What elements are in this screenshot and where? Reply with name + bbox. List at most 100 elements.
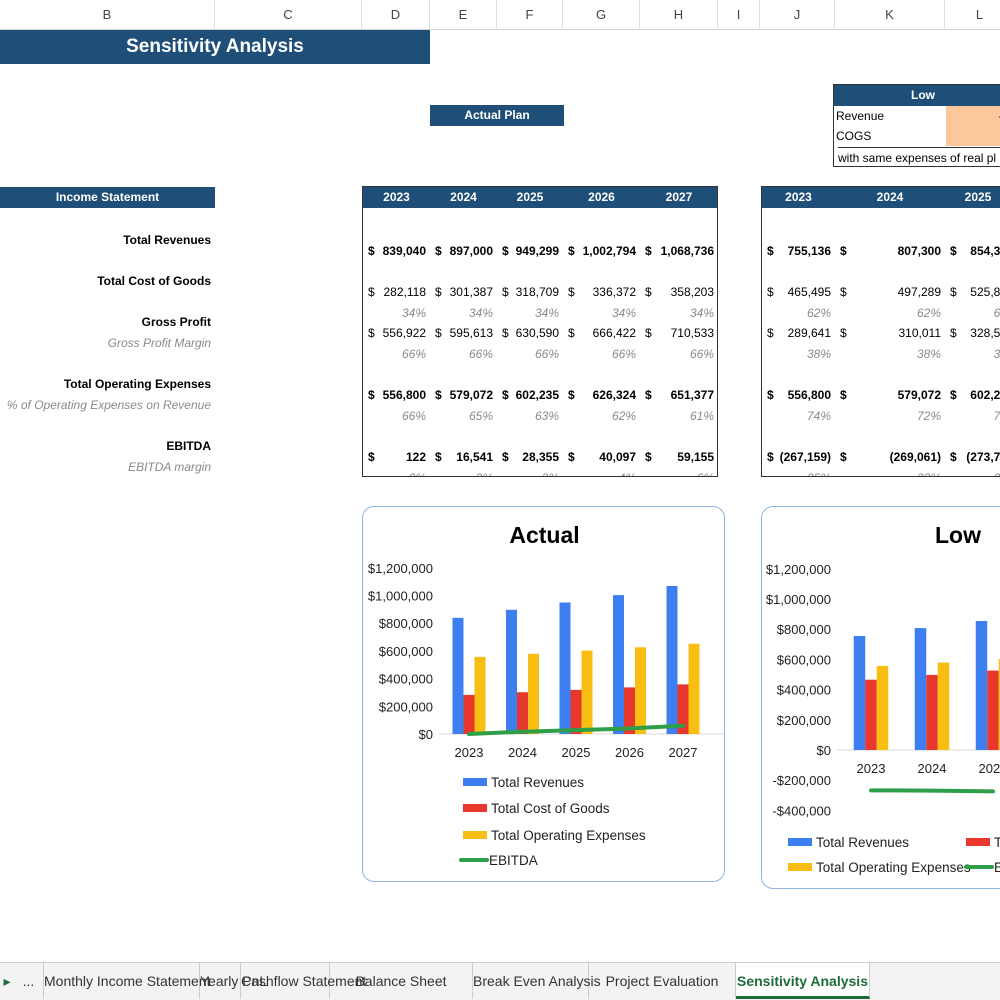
table-cell[interactable]: $579,072: [835, 386, 945, 404]
bar-total-revenues[interactable]: [506, 609, 517, 734]
sheet-tab-yearly-pnl[interactable]: Yearly PnL: [200, 963, 267, 999]
table-cell[interactable]: $465,495: [762, 283, 835, 301]
table-cell[interactable]: $ (273,73: [945, 448, 1000, 466]
bar-total-operating-expenses[interactable]: [876, 665, 889, 750]
table-cell[interactable]: 62%: [563, 407, 640, 425]
sheet-tab-project-evaluation[interactable]: Project Evaluation: [589, 963, 736, 999]
column-header-F[interactable]: F: [497, 0, 563, 30]
table-cell[interactable]: -33%: [835, 469, 945, 476]
table-cell[interactable]: 62: [945, 304, 1000, 322]
more-tabs-button[interactable]: ...: [14, 963, 44, 999]
table-cell[interactable]: 74%: [762, 407, 835, 425]
table-cell[interactable]: 4%: [563, 469, 640, 476]
bar-total-operating-expenses[interactable]: [474, 656, 486, 734]
table-cell[interactable]: 38%: [835, 345, 945, 363]
table-cell[interactable]: $626,324: [563, 386, 640, 404]
bar-total-revenues[interactable]: [914, 628, 927, 750]
column-header-B[interactable]: B: [0, 0, 215, 30]
table-cell[interactable]: 2%: [430, 469, 497, 476]
table-cell[interactable]: 66%: [497, 345, 563, 363]
table-cell[interactable]: 63%: [497, 407, 563, 425]
sheet-tab-break-even-analysis[interactable]: Break Even Analysis: [473, 963, 601, 999]
column-header-K[interactable]: K: [835, 0, 945, 30]
bar-total-revenues[interactable]: [452, 617, 464, 734]
table-cell[interactable]: $358,203: [640, 283, 717, 301]
table-cell[interactable]: $122: [363, 448, 430, 466]
bar-total-operating-expenses[interactable]: [688, 643, 700, 734]
table-cell[interactable]: $602,235: [497, 386, 563, 404]
column-header-E[interactable]: E: [430, 0, 497, 30]
table-cell[interactable]: 66%: [640, 345, 717, 363]
column-header-H[interactable]: H: [640, 0, 718, 30]
column-header-D[interactable]: D: [362, 0, 430, 30]
table-cell[interactable]: 62%: [762, 304, 835, 322]
bar-total-cost-of-goods[interactable]: [517, 692, 528, 734]
table-cell[interactable]: 34%: [563, 304, 640, 322]
table-cell[interactable]: 34%: [497, 304, 563, 322]
table-cell[interactable]: 61%: [640, 407, 717, 425]
table-cell[interactable]: $497,289: [835, 283, 945, 301]
scroll-right-icon[interactable]: ▸: [0, 963, 14, 999]
table-cell[interactable]: $16,541: [430, 448, 497, 466]
table-cell[interactable]: $666,422: [563, 324, 640, 342]
table-cell[interactable]: 66%: [563, 345, 640, 363]
sheet-tab-monthly-income-statement[interactable]: Monthly Income Statement: [44, 963, 211, 999]
table-cell[interactable]: 34%: [640, 304, 717, 322]
table-cell[interactable]: $710,533: [640, 324, 717, 342]
table-cell[interactable]: 34%: [430, 304, 497, 322]
table-cell[interactable]: $59,155: [640, 448, 717, 466]
low-box-revenue-row[interactable]: Revenue -10: [834, 106, 1000, 126]
table-cell[interactable]: $328,50: [945, 324, 1000, 342]
table-cell[interactable]: $282,118: [363, 283, 430, 301]
table-cell[interactable]: 62%: [835, 304, 945, 322]
table-cell[interactable]: $28,355: [497, 448, 563, 466]
table-cell[interactable]: $897,000: [430, 242, 497, 260]
bar-total-operating-expenses[interactable]: [937, 662, 950, 750]
table-cell[interactable]: -35%: [762, 469, 835, 476]
table-cell[interactable]: $318,709: [497, 283, 563, 301]
table-cell[interactable]: 38%: [762, 345, 835, 363]
table-cell[interactable]: $40,097: [563, 448, 640, 466]
table-cell[interactable]: $301,387: [430, 283, 497, 301]
column-header-I[interactable]: I: [718, 0, 760, 30]
table-cell[interactable]: $556,800: [762, 386, 835, 404]
revenue-adjustment[interactable]: -10: [946, 106, 1000, 126]
table-cell[interactable]: $ (269,061): [835, 448, 945, 466]
table-cell[interactable]: 66%: [363, 407, 430, 425]
table-cell[interactable]: -32: [945, 469, 1000, 476]
table-cell[interactable]: 0%: [363, 469, 430, 476]
table-cell[interactable]: 34%: [363, 304, 430, 322]
table-cell[interactable]: 70: [945, 407, 1000, 425]
bar-total-revenues[interactable]: [853, 635, 866, 750]
table-cell[interactable]: 3%: [497, 469, 563, 476]
bar-total-cost-of-goods[interactable]: [463, 694, 475, 734]
table-cell[interactable]: 72%: [835, 407, 945, 425]
bar-total-revenues[interactable]: [559, 602, 571, 734]
table-cell[interactable]: 66%: [430, 345, 497, 363]
sheet-tab-cashflow-statement[interactable]: Cashflow Statement: [241, 963, 366, 999]
table-cell[interactable]: $839,040: [363, 242, 430, 260]
table-cell[interactable]: $755,136: [762, 242, 835, 260]
table-cell[interactable]: $807,300: [835, 242, 945, 260]
table-cell[interactable]: $651,377: [640, 386, 717, 404]
line-ebitda[interactable]: [869, 788, 995, 794]
table-cell[interactable]: $602,23: [945, 386, 1000, 404]
table-cell[interactable]: $ (267,159): [762, 448, 835, 466]
table-cell[interactable]: $556,800: [363, 386, 430, 404]
table-cell[interactable]: 65%: [430, 407, 497, 425]
column-header-G[interactable]: G: [563, 0, 640, 30]
bar-total-operating-expenses[interactable]: [635, 647, 646, 734]
table-cell[interactable]: 6%: [640, 469, 717, 476]
bar-total-cost-of-goods[interactable]: [570, 689, 582, 734]
bar-total-cost-of-goods[interactable]: [865, 679, 877, 750]
low-chart[interactable]: Low -$400,000 -$200,000 $0 $200,000 $400,000 $…: [761, 506, 1000, 889]
column-header-C[interactable]: C: [215, 0, 362, 30]
table-cell[interactable]: $630,590: [497, 324, 563, 342]
column-header-L[interactable]: L: [945, 0, 1000, 30]
sheet-tab-sensitivity-analysis[interactable]: Sensitivity Analysis: [736, 963, 870, 999]
bar-total-revenues[interactable]: [666, 585, 678, 734]
table-cell[interactable]: $854,36: [945, 242, 1000, 260]
table-cell[interactable]: $336,372: [563, 283, 640, 301]
table-cell[interactable]: $1,002,794: [563, 242, 640, 260]
table-cell[interactable]: 38: [945, 345, 1000, 363]
